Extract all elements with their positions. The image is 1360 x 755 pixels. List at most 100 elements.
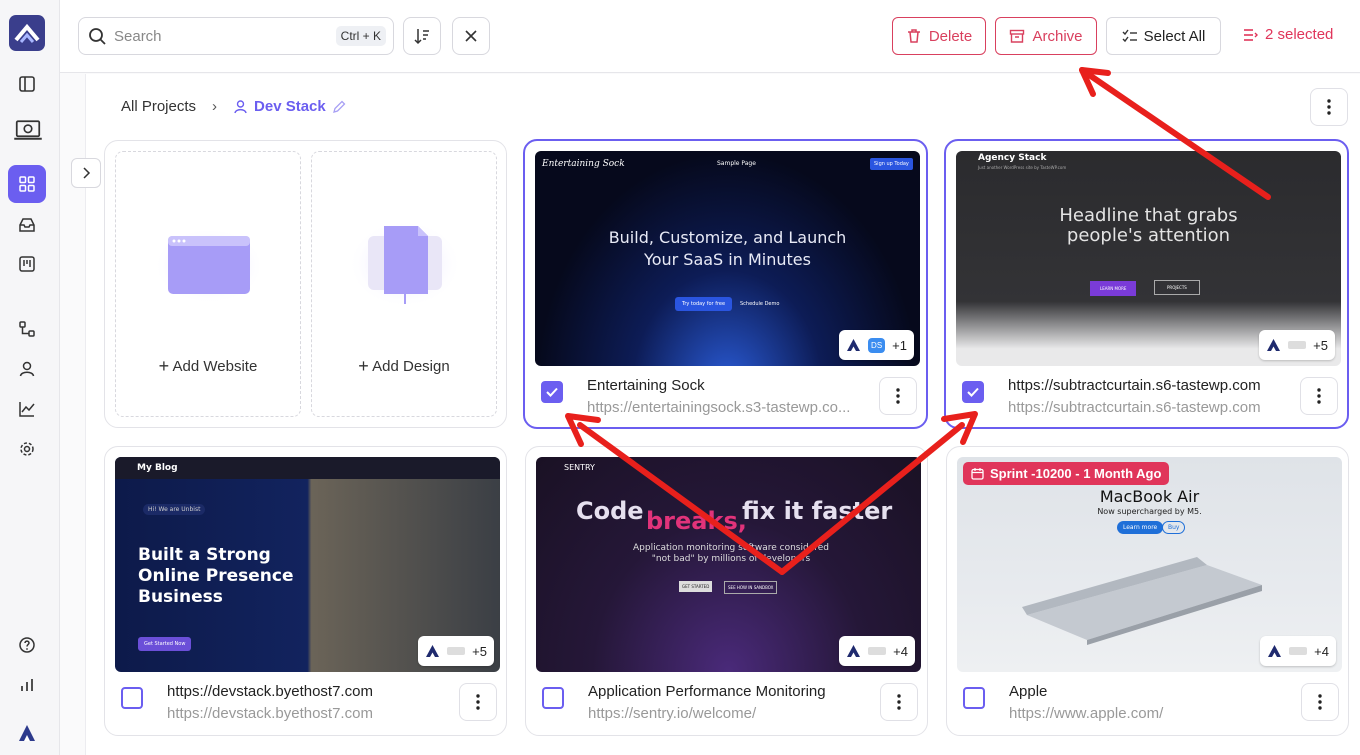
select-checkbox[interactable] [963,687,985,709]
analytics-icon[interactable] [8,390,46,428]
delete-label: Delete [928,27,973,45]
board-icon[interactable] [8,245,46,283]
expand-sidebar-button[interactable] [71,158,101,188]
search-placeholder: Search [114,27,162,45]
collaborators-badge[interactable]: DS +1 [839,330,914,360]
workflow-icon[interactable] [8,310,46,348]
page-more-button[interactable] [1310,88,1348,126]
avatar [868,647,887,655]
project-thumbnail[interactable]: Agency Stack Just another WordPress site… [956,151,1341,366]
project-thumbnail[interactable]: Entertaining Sock Sample Page Sign up To… [535,151,920,366]
search-input[interactable]: Search Ctrl + K [78,17,394,55]
card-title[interactable]: https://devstack.byethost7.com [167,683,447,700]
select-checkbox[interactable] [541,381,563,403]
thumb-brand: My Blog [137,463,178,473]
card-title[interactable]: Entertaining Sock [587,377,867,394]
document-design-icon [348,220,462,308]
select-all-button[interactable]: Select All [1106,17,1221,55]
archive-button[interactable]: Archive [995,17,1097,55]
card-url: https://www.apple.com/ [1009,705,1164,722]
thumb-btn1: Get Started Now [138,637,192,651]
gear-icon[interactable] [8,430,46,468]
projects-grid-icon[interactable] [8,165,46,203]
thumb-headline: Build, Customize, and Launch Your SaaS i… [608,228,847,269]
avatar [1289,647,1308,655]
thumb-btn1: LEARN MORE [1090,281,1137,296]
project-card-apple[interactable]: Sprint -10200 - 1 Month Ago MacBook Air … [946,446,1349,736]
card-more-button[interactable] [459,683,497,721]
thumb-btn2: SEE HOW IN SANDBOX [724,581,778,594]
edit-pencil-icon[interactable] [332,99,347,114]
project-card-subtractcurtain[interactable]: Agency Stack Just another WordPress site… [944,139,1349,429]
inbox-icon[interactable] [8,206,46,244]
clear-button[interactable] [452,17,490,55]
more-vertical-icon [897,694,901,710]
collaborators-badge[interactable]: +5 [1259,330,1335,360]
card-more-button[interactable] [1300,377,1338,415]
badge-count: +4 [1314,643,1329,659]
user-icon[interactable] [8,350,46,388]
card-title[interactable]: Apple [1009,683,1289,700]
sort-icon [414,29,429,45]
brand-footer-icon[interactable] [8,714,46,752]
breadcrumb-current[interactable]: Dev Stack [233,98,347,115]
thumb-btn2: PROJECTS [1154,280,1200,295]
card-url: https://subtractcurtain.s6-tastewp.com [1008,399,1261,416]
card-more-button[interactable] [880,683,918,721]
thumb-headline-1: Code [576,497,644,525]
select-checkbox[interactable] [121,687,143,709]
project-thumbnail[interactable]: Sprint -10200 - 1 Month Ago MacBook Air … [957,457,1342,672]
avatar [1288,341,1307,349]
brand-icon [847,645,861,657]
browser-window-icon [154,228,264,304]
badge-count: +5 [1313,337,1328,353]
search-shortcut: Ctrl + K [335,26,386,46]
stats-icon[interactable] [8,666,46,704]
project-thumbnail[interactable]: SENTRY Code breaks, fix it faster Applic… [536,457,921,672]
brand-icon [426,645,440,657]
badge-count: +5 [472,643,487,659]
card-url: https://entertainingsock.s3-tastewp.co..… [587,399,851,416]
trash-icon [907,29,920,43]
sidebar [0,0,60,755]
add-design-card[interactable]: + Add Design [311,151,497,417]
sprint-tag[interactable]: Sprint -10200 - 1 Month Ago [963,462,1170,485]
thumb-headline: Headline that grabs people's attention [1059,205,1238,246]
breadcrumb-all-projects[interactable]: All Projects [121,98,196,115]
project-card-entertaining-sock[interactable]: Entertaining Sock Sample Page Sign up To… [523,139,928,429]
add-design-label: + Add Design [358,356,450,376]
project-thumbnail[interactable]: My Blog Hi! We are Unbist Built a Strong… [115,457,500,672]
collaborators-badge[interactable]: +4 [839,636,915,666]
thumb-btn1: GET STARTED [679,581,713,592]
add-panel: + Add Website + Add Design [104,140,507,428]
settings-laptop-icon[interactable] [8,110,48,150]
select-checkbox[interactable] [962,381,984,403]
card-more-button[interactable] [879,377,917,415]
thumb-brand: Entertaining Sock [542,159,625,169]
project-card-sentry[interactable]: SENTRY Code breaks, fix it faster Applic… [525,446,928,736]
select-all-label: Select All [1143,27,1206,45]
thumb-btn2: Buy [1162,521,1186,534]
archive-label: Archive [1032,27,1083,45]
sort-button[interactable] [403,17,441,55]
top-toolbar: Search Ctrl + K Delete Archive Select Al… [60,0,1360,73]
card-more-button[interactable] [1301,683,1339,721]
card-title[interactable]: https://subtractcurtain.s6-tastewp.com [1008,377,1288,394]
search-icon [89,28,106,45]
brand-icon [1268,645,1282,657]
more-vertical-icon [896,388,900,404]
selected-count[interactable]: 2 selected [1243,26,1333,43]
card-url: https://devstack.byethost7.com [167,705,373,722]
select-checkbox[interactable] [542,687,564,709]
panel-toggle-icon[interactable] [8,65,46,103]
app-logo-icon[interactable] [9,15,45,51]
project-card-devstack[interactable]: My Blog Hi! We are Unbist Built a Strong… [104,446,507,736]
delete-button[interactable]: Delete [892,17,986,55]
breadcrumb-current-label: Dev Stack [254,98,326,115]
add-website-card[interactable]: + Add Website [115,151,301,417]
card-url: https://sentry.io/welcome/ [588,705,757,722]
card-title[interactable]: Application Performance Monitoring [588,683,868,700]
help-icon[interactable] [8,626,46,664]
collaborators-badge[interactable]: +4 [1260,636,1336,666]
collaborators-badge[interactable]: +5 [418,636,494,666]
